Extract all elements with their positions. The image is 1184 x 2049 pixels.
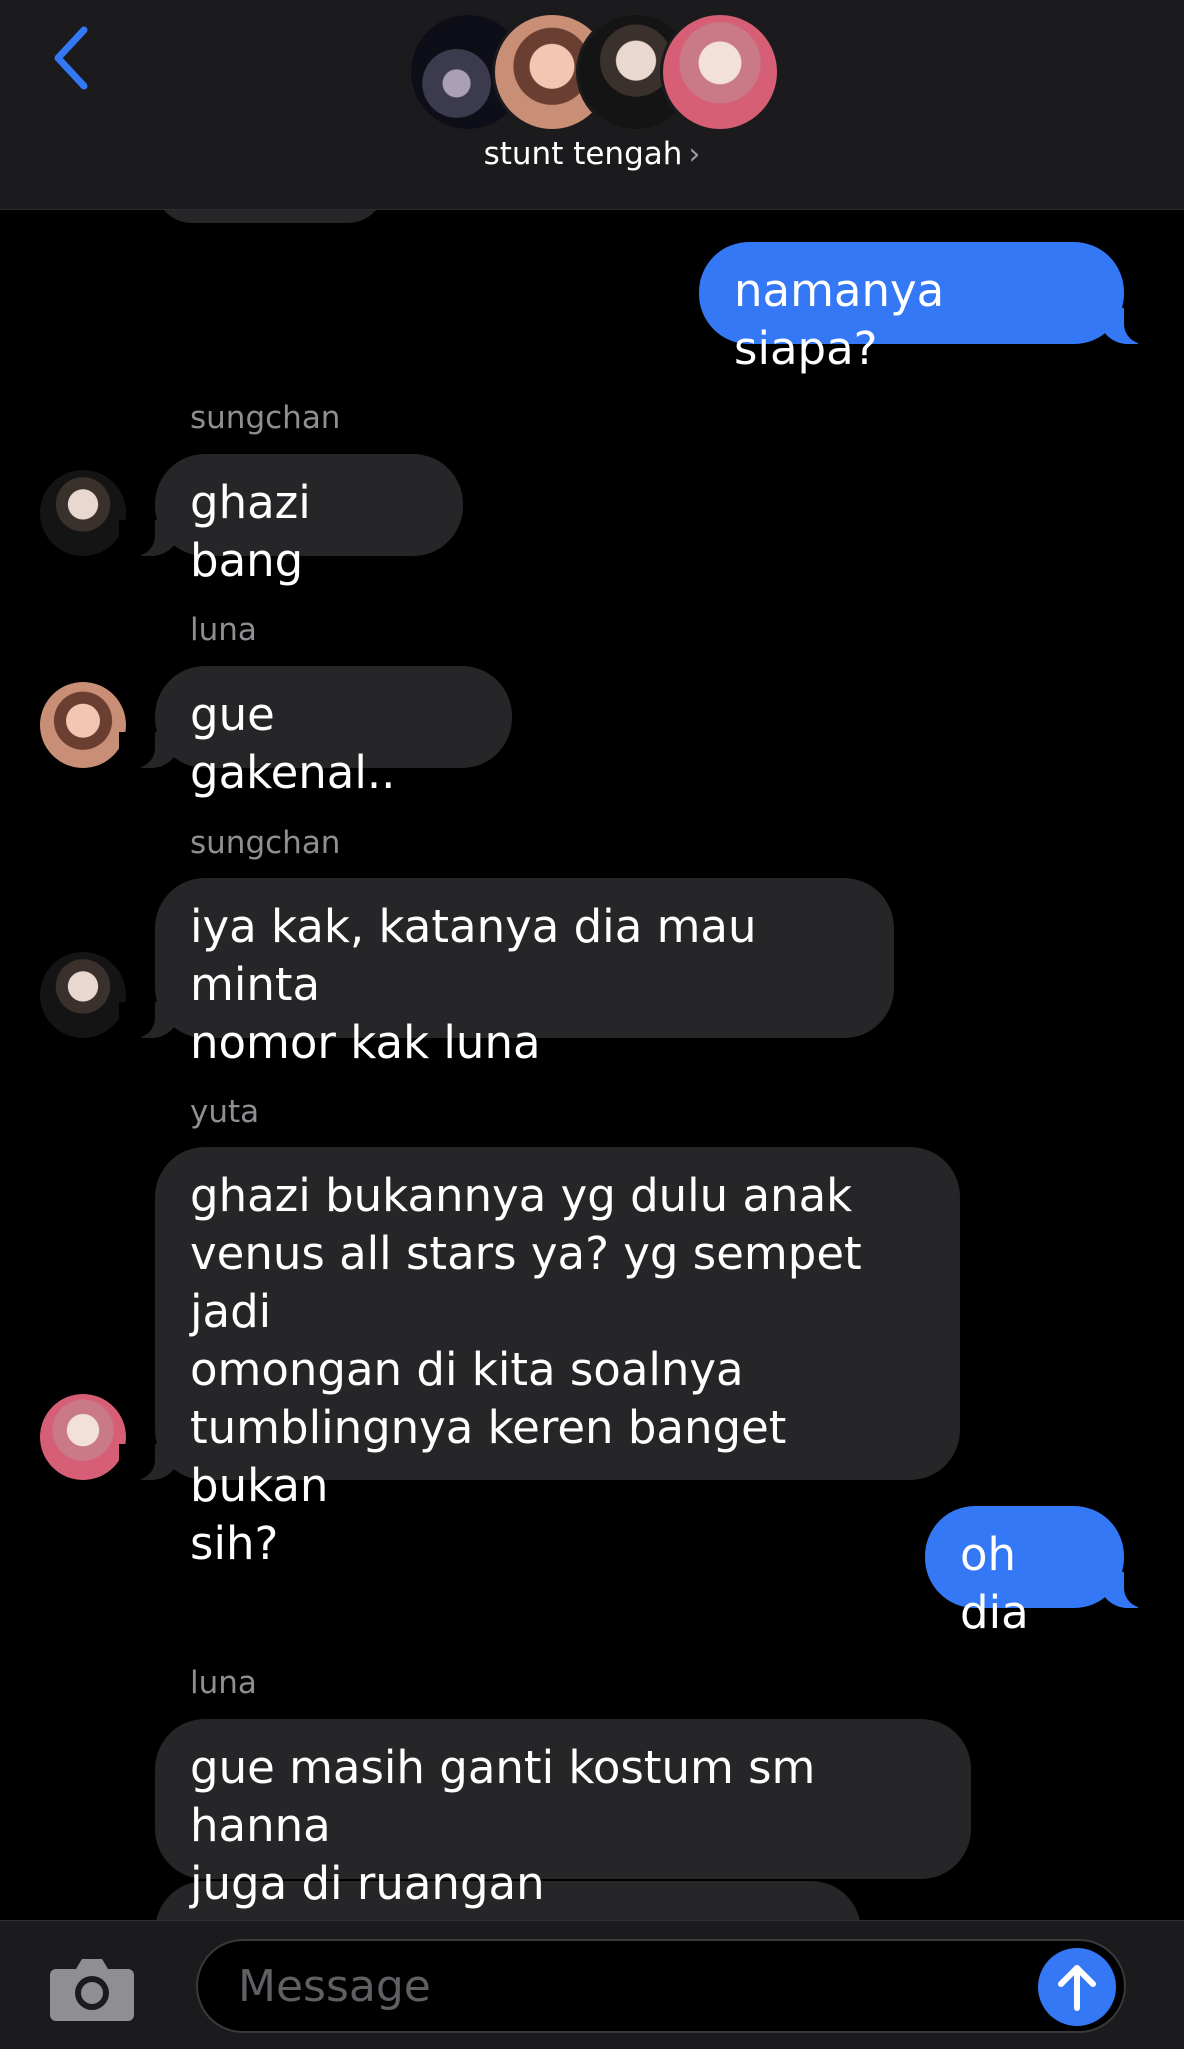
sender-name: yuta (190, 1094, 260, 1130)
message-bubble-incoming[interactable]: iya kak, katanya dia mau minta nomor kak… (119, 878, 894, 1069)
message-bubble-outgoing[interactable]: namanya siapa? (699, 242, 1160, 375)
avatar (40, 470, 126, 556)
avatar (40, 952, 126, 1038)
conversation-header: stunt tengah › (0, 0, 1184, 210)
message-text: ghazi bukannya yg dulu anak venus all st… (190, 1169, 862, 1570)
group-name-button[interactable]: stunt tengah › (0, 136, 1184, 172)
message-bubble-partial (155, 209, 385, 223)
message-text: iya kak, katanya dia mau minta nomor kak… (190, 900, 757, 1069)
camera-button[interactable] (48, 1953, 136, 2023)
group-name: stunt tengah (483, 136, 683, 172)
send-button[interactable] (1038, 1948, 1116, 2026)
message-bubble-incoming[interactable]: gue masih ganti kostum sm hanna juga di … (155, 1719, 971, 1910)
message-input[interactable]: Message (196, 1939, 1126, 2033)
group-avatars[interactable] (408, 12, 780, 132)
message-bubble-incoming[interactable]: gue gakenal.. (119, 666, 512, 799)
camera-icon (50, 1959, 134, 2021)
message-text: ghazi bang (190, 476, 311, 587)
arrow-up-icon (1058, 1965, 1096, 2011)
message-text: oh dia (960, 1528, 1029, 1639)
message-composer: Message (0, 1920, 1184, 2049)
back-button[interactable] (40, 20, 100, 96)
message-text: namanya siapa? (734, 264, 945, 375)
message-text: gue gakenal.. (190, 688, 396, 799)
sender-name: sungchan (190, 825, 341, 861)
avatar (40, 682, 126, 768)
message-bubble-incoming[interactable]: ghazi bang (119, 454, 463, 587)
chevron-right-icon: › (688, 137, 701, 172)
message-bubble-incoming[interactable]: ghazi bukannya yg dulu anak venus all st… (119, 1147, 960, 1570)
message-list[interactable]: namanya siapa? sungchan ghazi bang luna … (0, 209, 1184, 1920)
chevron-left-icon (54, 26, 88, 90)
avatar (660, 12, 780, 132)
sender-name: luna (190, 612, 257, 648)
sender-name: luna (190, 1665, 257, 1701)
avatar (40, 1394, 126, 1480)
message-placeholder: Message (238, 1961, 431, 2012)
message-bubble-outgoing[interactable]: oh dia (925, 1506, 1160, 1639)
sender-name: sungchan (190, 400, 341, 436)
